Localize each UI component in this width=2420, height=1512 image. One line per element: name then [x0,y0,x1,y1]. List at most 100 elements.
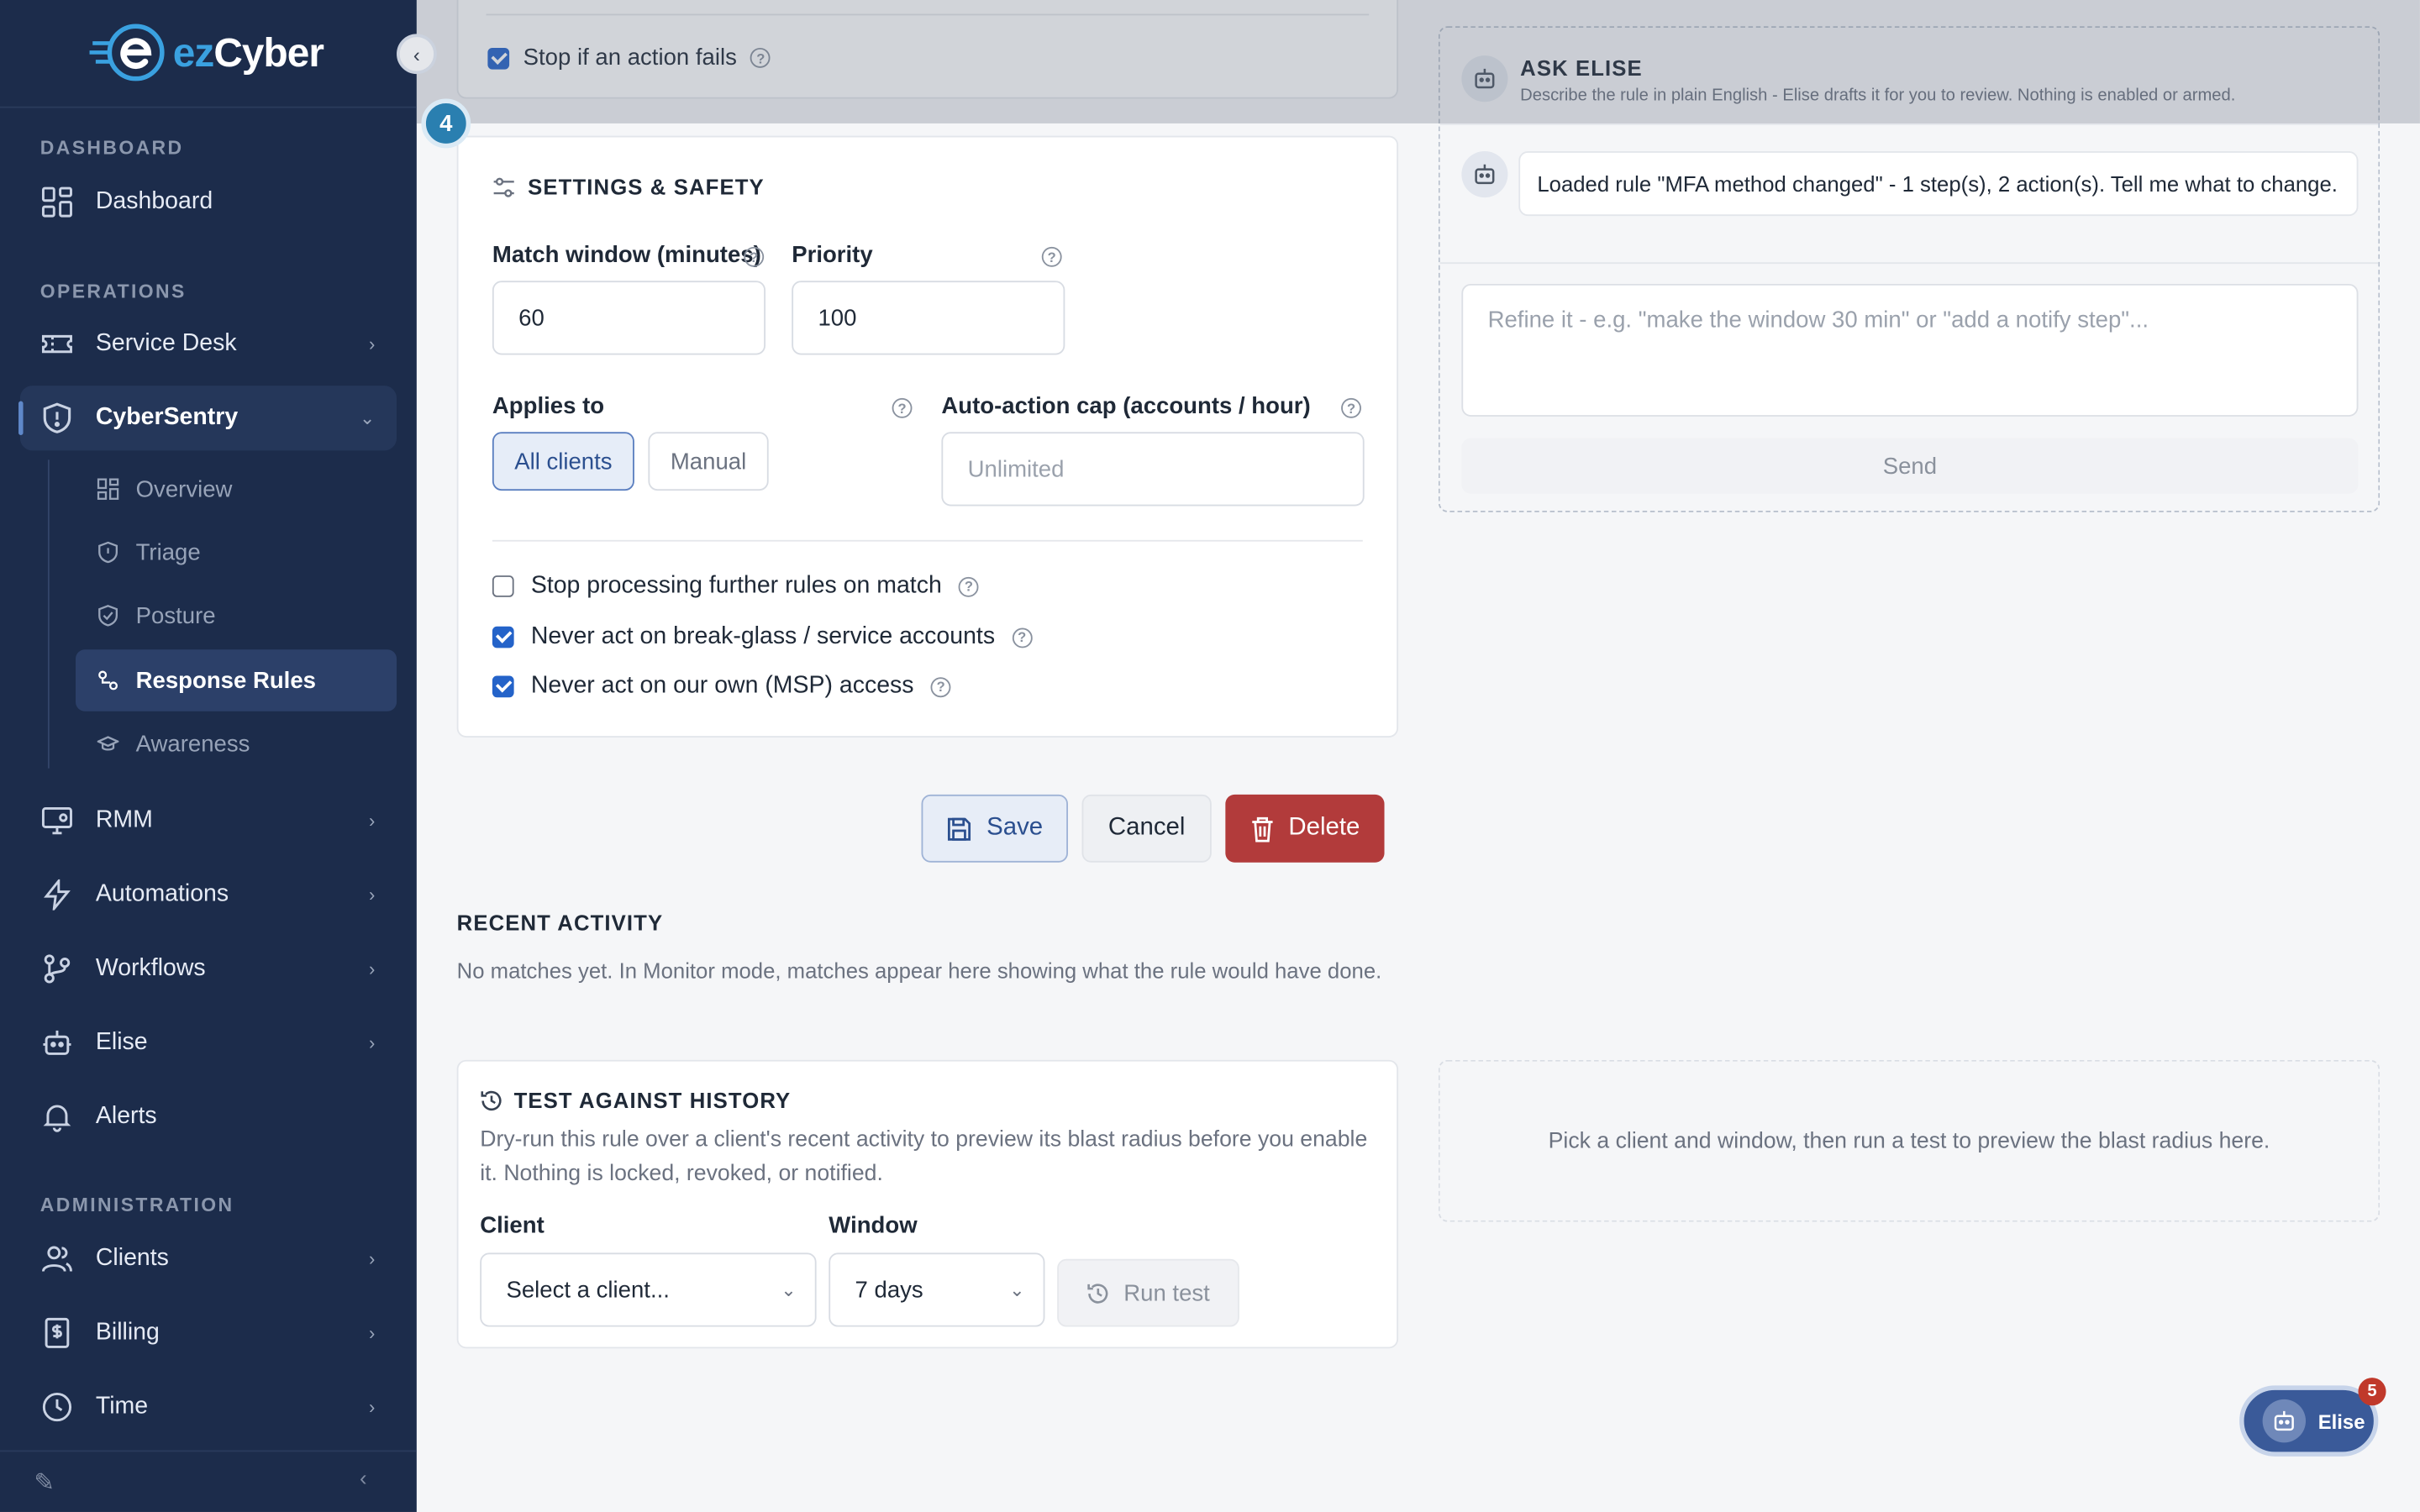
test-header: TEST AGAINST HISTORY [480,1088,791,1112]
delete-button[interactable]: Delete [1225,794,1385,863]
nav-rmm[interactable]: RMM › [20,789,397,853]
sub-triage[interactable]: Triage [76,522,397,583]
divider [1439,123,2379,125]
elise-message-bubble: Loaded rule "MFA method changed" - 1 ste… [1518,150,2359,217]
sub-awareness[interactable]: Awareness [76,713,397,774]
opt-stop-processing-row[interactable]: Stop processing further rules on match ? [492,572,979,600]
nav-workflows[interactable]: Workflows › [20,937,397,1001]
nav-label: Service Desk [95,330,237,357]
tour-step-badge: 4 [421,98,471,149]
help-icon[interactable]: ? [1341,397,1361,418]
brand-logo[interactable]: ezCyber [89,18,324,87]
stop-if-fails-checkbox[interactable] [487,47,510,69]
nav-dashboard[interactable]: Dashboard [20,170,397,234]
ask-elise-panel: ASK ELISE Describe the rule in plain Eng… [1438,26,2381,512]
breakglass-label: Never act on break-glass / service accou… [530,623,996,650]
nav-service-desk[interactable]: Service Desk › [20,312,397,376]
section-administration: ADMINISTRATION [39,1194,234,1216]
nav-label: Dashboard [95,188,213,215]
elise-chat-button[interactable]: Elise [2239,1385,2379,1457]
pencil-icon[interactable]: ✎ [34,1467,55,1499]
ask-elise-subtitle: Describe the rule in plain English - Eli… [1520,86,2236,105]
nav-label: Alerts [95,1103,157,1130]
ask-elise-title: ASK ELISE [1520,55,1643,81]
nav-automations[interactable]: Automations › [20,863,397,927]
chevron-right-icon: › [368,1322,376,1344]
match-window-input[interactable]: 60 [492,281,766,355]
nav-alerts[interactable]: Alerts [20,1084,397,1149]
help-icon[interactable]: ? [930,676,951,697]
section-operations: OPERATIONS [39,281,187,302]
divider [486,13,1370,16]
nav-elise[interactable]: Elise › [20,1011,397,1075]
help-icon[interactable]: ? [958,576,979,596]
nav-cybersentry[interactable]: CyberSentry ⌄ [18,386,397,451]
chevron-right-icon: › [368,884,376,906]
shield-check-icon [96,603,120,627]
sub-response-rules[interactable]: Response Rules [75,649,397,711]
ticket-icon [40,327,74,360]
section-dashboard: DASHBOARD [39,137,184,160]
users-icon [40,1242,74,1276]
graduation-cap-icon [96,732,120,756]
save-button[interactable]: Save [921,794,1068,863]
nav-label: Billing [95,1319,160,1346]
bot-icon [40,1026,74,1059]
opt-breakglass-row[interactable]: Never act on break-glass / service accou… [492,623,1033,651]
bot-icon [1461,55,1508,102]
cancel-button[interactable]: Cancel [1081,794,1212,863]
sub-label: Posture [135,602,216,629]
applies-to-label: Applies to [492,393,605,420]
client-label: Client [480,1212,544,1239]
history-icon [1087,1283,1108,1303]
sub-label: Overview [135,475,233,502]
stop-processing-checkbox[interactable] [492,575,514,597]
test-description: Dry-run this rule over a client's recent… [480,1127,1368,1187]
applies-manual-toggle[interactable]: Manual [648,432,769,491]
run-test-button[interactable]: Run test [1057,1258,1239,1327]
elise-send-button[interactable]: Send [1461,438,2359,494]
help-icon[interactable]: ? [1041,246,1062,267]
settings-title: SETTINGS & SAFETY [528,174,765,199]
sub-posture[interactable]: Posture [76,585,397,646]
match-window-label: Match window (minutes) [492,242,761,269]
stop-if-fails-row[interactable]: Stop if an action fails ? [487,45,771,71]
elise-refine-input[interactable]: Refine it - e.g. "make the window 30 min… [1461,283,2359,417]
stop-if-fails-label: Stop if an action fails [523,45,737,71]
priority-label: Priority [792,242,873,269]
grid-icon [96,477,120,501]
git-branch-icon [40,952,74,985]
auto-action-cap-input[interactable]: Unlimited [941,432,1365,507]
chevron-right-icon: › [368,1032,376,1054]
grid-icon [40,185,74,218]
divider [1439,262,2379,265]
collapse-sidebar-icon[interactable]: ‹ [360,1466,367,1490]
nav-label: RMM [95,806,153,833]
nav-label: CyberSentry [95,404,239,431]
nav-time[interactable]: Time › [20,1374,397,1439]
sub-label: Awareness [135,730,250,757]
stop-processing-label: Stop processing further rules on match [530,572,942,599]
msp-access-checkbox[interactable] [492,675,514,698]
chevron-right-icon: › [368,1247,376,1270]
divider [0,106,417,108]
client-select[interactable]: Select a client... ⌄ [480,1252,817,1327]
receipt-dollar-icon [40,1316,74,1350]
applies-all-clients-toggle[interactable]: All clients [492,432,634,491]
help-icon[interactable]: ? [892,397,913,418]
nav-billing[interactable]: Billing › [20,1300,397,1365]
opt-msp-row[interactable]: Never act on our own (MSP) access ? [492,673,951,701]
nav-label: Workflows [95,954,206,982]
priority-input[interactable]: 100 [792,281,1065,355]
nav-label: Elise [95,1029,148,1056]
help-icon[interactable]: ? [750,47,771,68]
chevron-right-icon: › [368,958,376,980]
breakglass-checkbox[interactable] [492,626,514,648]
help-icon[interactable]: ? [1012,627,1033,648]
window-select[interactable]: 7 days ⌄ [829,1252,1045,1327]
nav-clients[interactable]: Clients › [20,1226,397,1291]
help-icon[interactable]: ? [744,246,765,267]
app-root: ezCyber DASHBOARD Dashboard OPERATIONS S… [0,0,2420,1512]
collapse-chevron-icon[interactable]: ‹ [397,34,437,75]
sub-overview[interactable]: Overview [76,458,397,519]
